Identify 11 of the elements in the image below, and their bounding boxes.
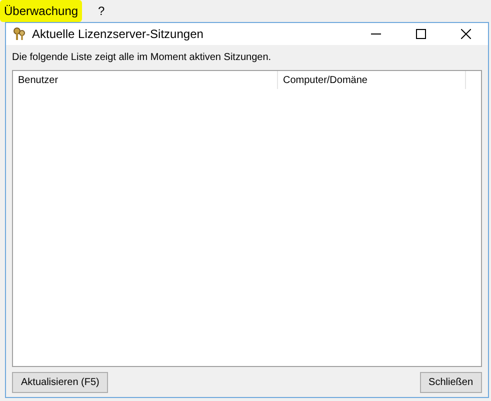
- close-dialog-button[interactable]: Schließen: [420, 372, 482, 392]
- maximize-icon: [416, 29, 426, 39]
- close-icon: [460, 29, 470, 39]
- keys-icon: [12, 27, 26, 41]
- menu-item[interactable]: Überwachung: [0, 0, 82, 22]
- window-title: Aktuelle Lizenzserver-Sitzungen: [32, 26, 204, 43]
- menu-item[interactable]: ?: [94, 0, 109, 22]
- column-header[interactable]: Benutzer: [13, 71, 278, 89]
- description-text: Die folgende Liste zeigt alle im Moment aktiven Sitzungen.: [12, 51, 272, 65]
- column-header[interactable]: Computer/Domäne: [278, 71, 466, 89]
- refresh-button[interactable]: Aktualisieren (F5): [12, 372, 108, 392]
